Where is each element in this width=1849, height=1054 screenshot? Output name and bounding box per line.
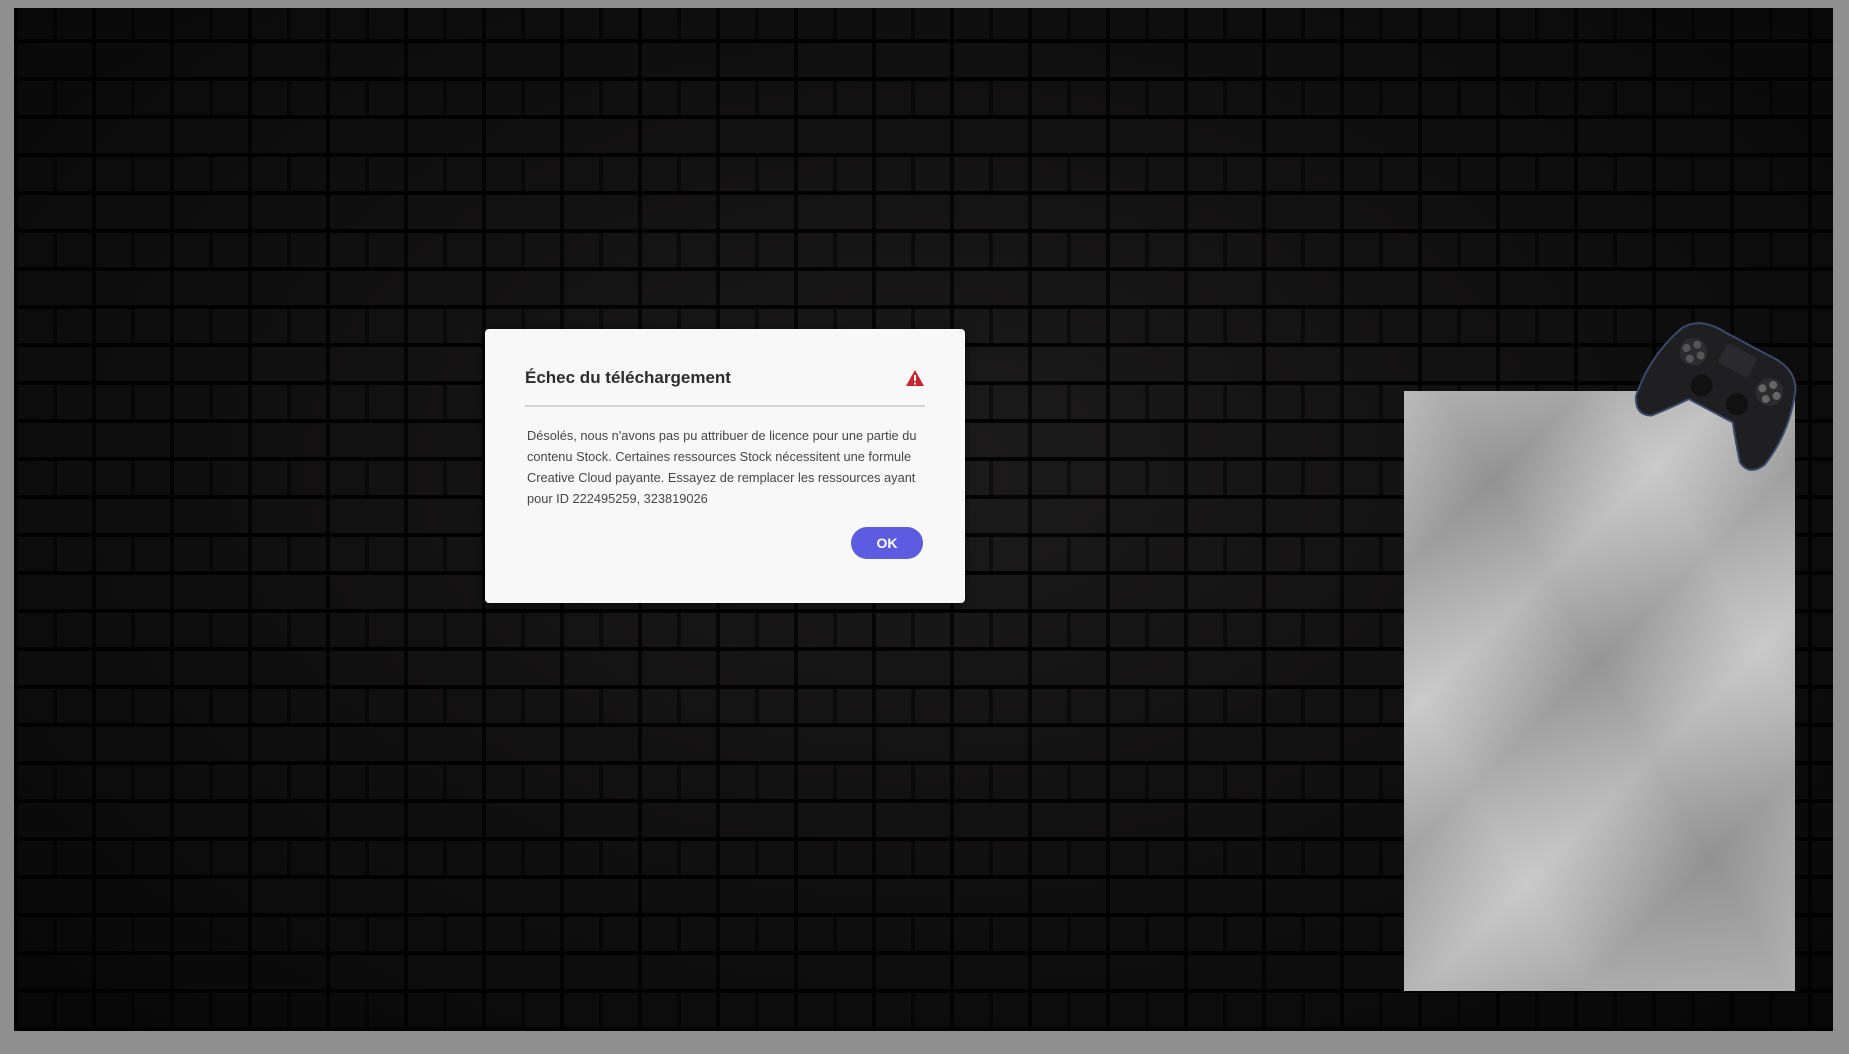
warning-icon bbox=[906, 370, 924, 386]
dialog-title: Échec du téléchargement bbox=[525, 368, 731, 387]
game-controller-image bbox=[1635, 322, 1797, 471]
dialog-header: Échec du téléchargement bbox=[525, 365, 925, 407]
ok-button[interactable]: OK bbox=[851, 527, 923, 559]
download-failed-dialog: Échec du téléchargement Désolés, nous n'… bbox=[485, 329, 965, 603]
dialog-message: Désolés, nous n'avons pas pu attribuer d… bbox=[527, 428, 917, 506]
crumpled-paper-image bbox=[1404, 391, 1795, 991]
